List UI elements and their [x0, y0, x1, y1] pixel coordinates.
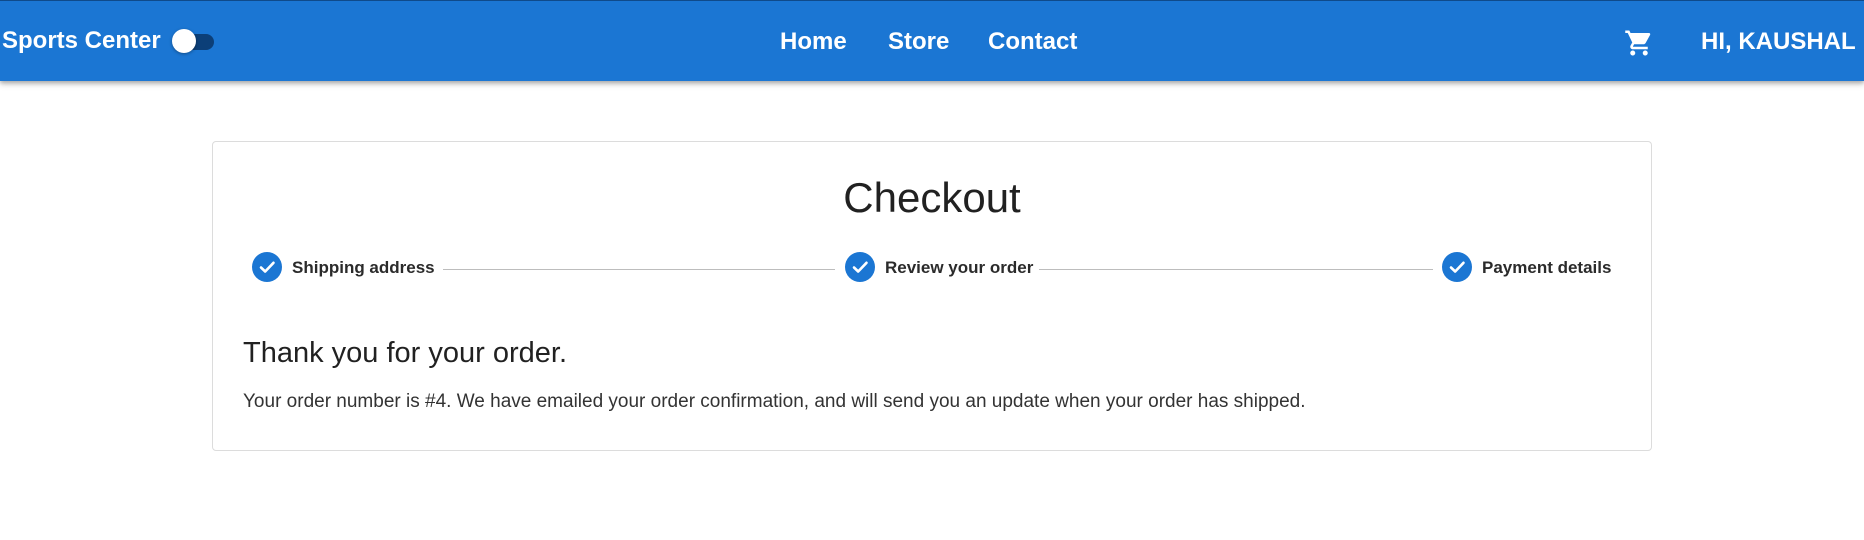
step-completed-indicator — [1442, 252, 1472, 282]
brand-title[interactable]: Sports Center — [2, 26, 161, 56]
check-icon — [852, 261, 868, 273]
check-icon — [1449, 261, 1465, 273]
step-label: Shipping address — [292, 258, 435, 277]
shopping-cart-icon[interactable] — [1624, 28, 1654, 58]
user-greeting[interactable]: HI, KAUSHAL — [1701, 27, 1856, 57]
step-label: Review your order — [885, 258, 1034, 277]
app-bar: Sports Center Home Store Contact HI, KAU… — [0, 0, 1864, 81]
theme-toggle[interactable] — [172, 29, 216, 53]
step-completed-indicator — [252, 252, 282, 282]
nav-store[interactable]: Store — [888, 27, 949, 57]
nav-home[interactable]: Home — [780, 27, 847, 57]
page-title: Checkout — [843, 174, 1021, 221]
step-completed-indicator — [845, 252, 875, 282]
checkout-card: Checkout Shipping address Review your or… — [212, 141, 1652, 451]
confirmation-message: Your order number is #4. We have emailed… — [243, 391, 1306, 412]
check-icon — [259, 261, 275, 273]
step-connector — [443, 269, 835, 270]
step-label: Payment details — [1482, 258, 1612, 277]
nav-contact[interactable]: Contact — [988, 27, 1077, 57]
confirmation-heading: Thank you for your order. — [243, 337, 567, 369]
step-connector — [1039, 269, 1433, 270]
toggle-thumb — [172, 29, 196, 53]
